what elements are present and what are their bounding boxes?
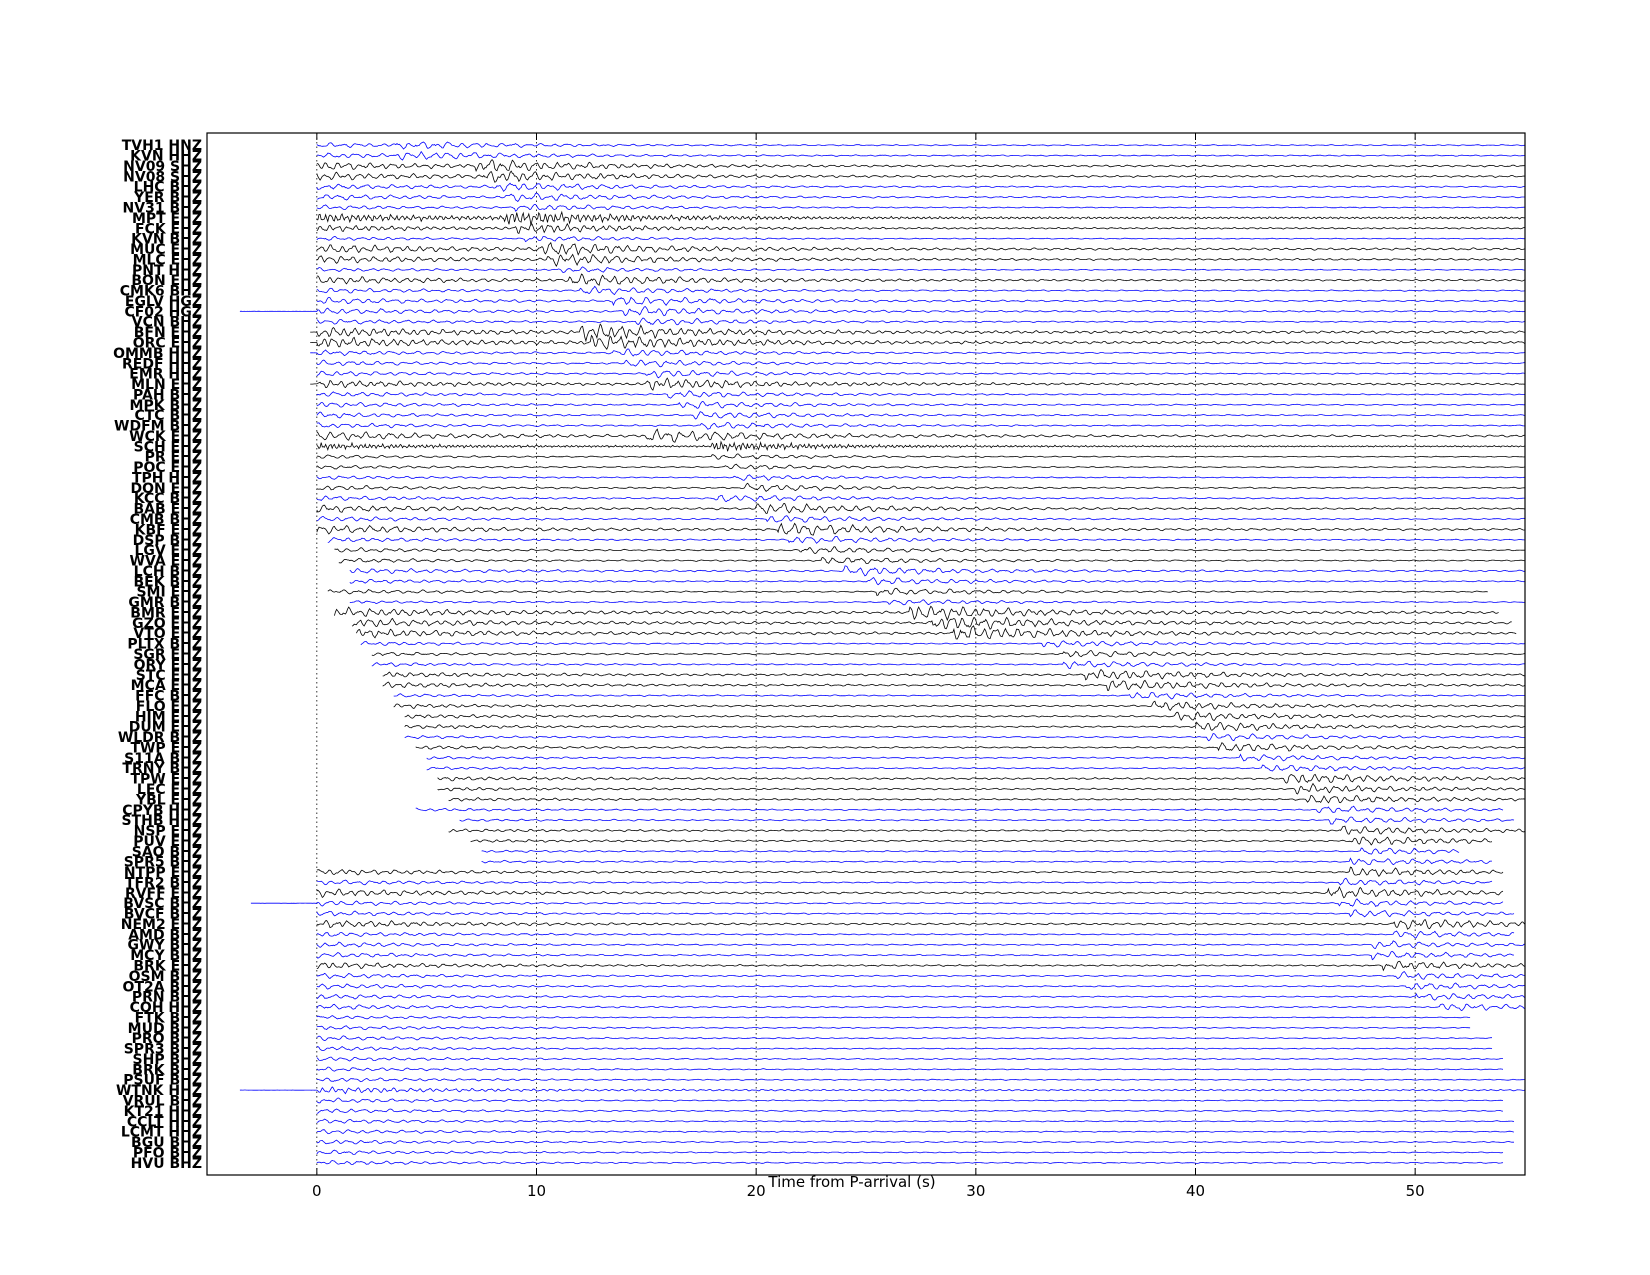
station-label: HVU BHZ [131, 1156, 202, 1172]
x-tick-label: 50 [1406, 1182, 1425, 1200]
figure-background [0, 0, 1650, 1275]
x-tick-label: 0 [312, 1182, 322, 1200]
record-section-figure: 0 10 20 30 40 50 TVH1 HNZKVN HHZNV09 SHZNV08 … [0, 0, 1650, 1275]
x-tick-label: 40 [1186, 1182, 1205, 1200]
x-tick-label: 20 [747, 1182, 766, 1200]
x-tick-label: 10 [527, 1182, 546, 1200]
x-axis-label: Time from P-arrival (s) [767, 1173, 935, 1191]
x-tick-label: 30 [966, 1182, 985, 1200]
